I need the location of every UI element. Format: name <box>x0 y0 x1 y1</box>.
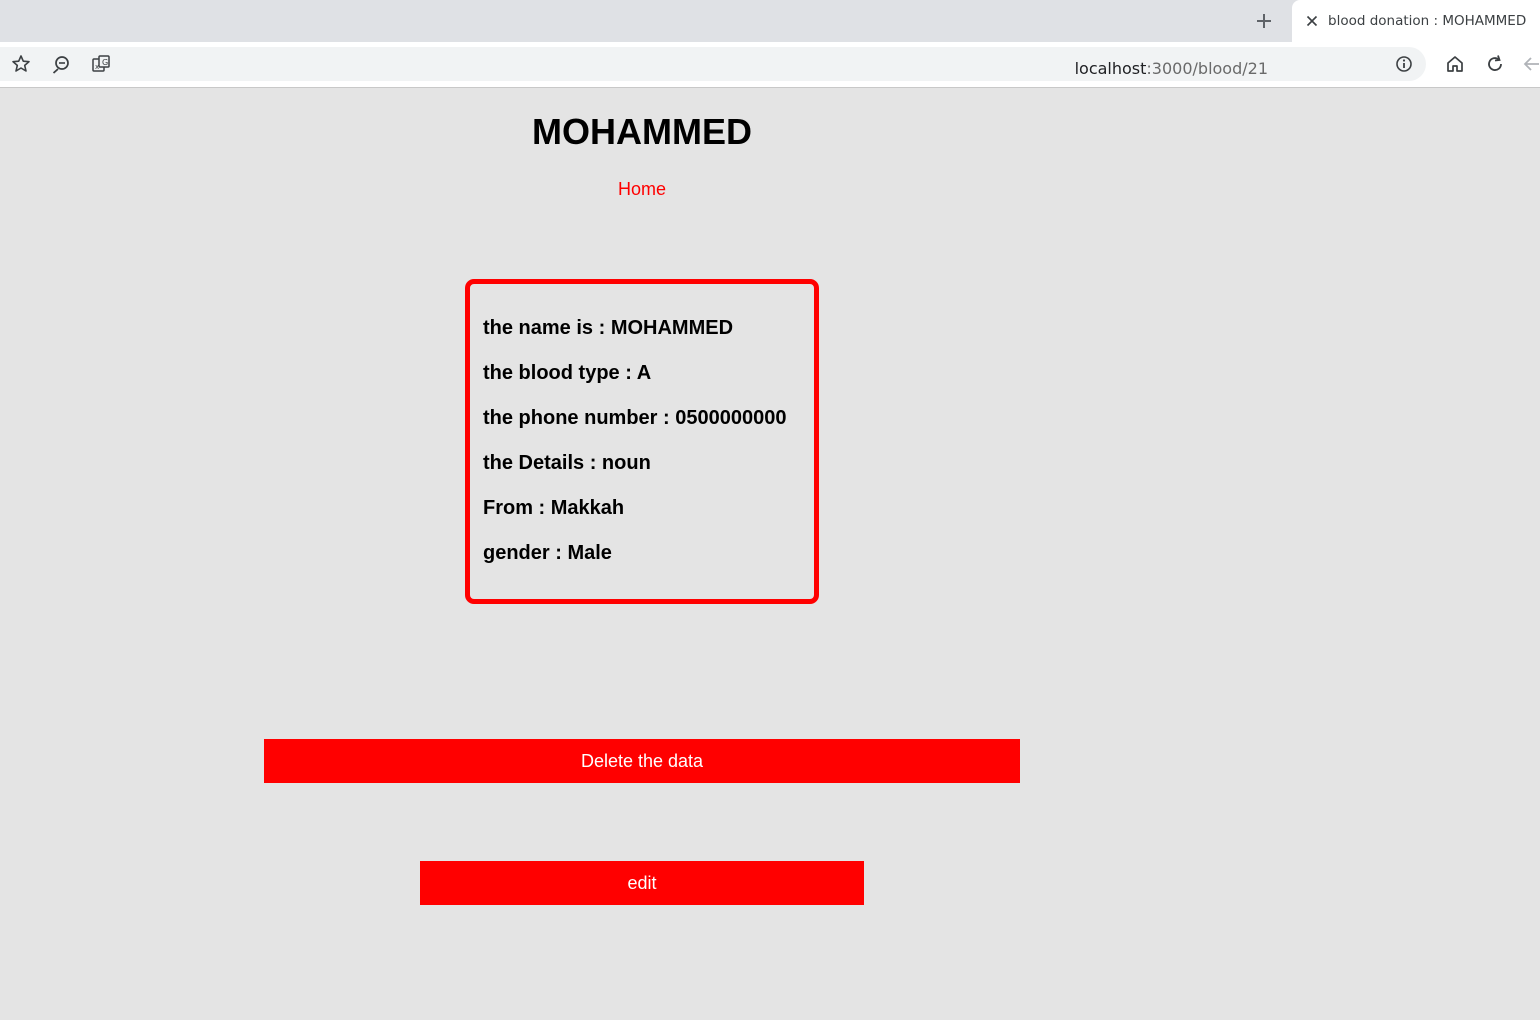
tab-strip: blood donation : MOHAMMED <box>0 0 1540 42</box>
active-tab[interactable]: blood donation : MOHAMMED <box>1292 0 1540 42</box>
new-tab-button[interactable] <box>1252 9 1276 33</box>
bookmark-star-button[interactable] <box>9 52 33 76</box>
delete-button[interactable]: Delete the data <box>264 739 1020 783</box>
url-path: :3000/blood/21 <box>1146 59 1268 78</box>
home-icon <box>1447 56 1463 72</box>
edit-button[interactable]: edit <box>420 861 864 905</box>
svg-text:G: G <box>102 58 108 67</box>
address-bar[interactable]: G x localhost:3000/blood/21 <box>0 47 1426 81</box>
home-link-row: Home <box>0 179 1284 200</box>
url-text[interactable]: localhost:3000/blood/21 <box>1075 59 1268 78</box>
donor-phone: the phone number : 0500000000 <box>483 407 787 429</box>
back-arrow-icon <box>1523 57 1539 71</box>
donor-blood-type: the blood type : A <box>483 362 652 384</box>
close-icon <box>1306 15 1318 27</box>
home-link[interactable]: Home <box>618 179 666 199</box>
browser-chrome: blood donation : MOHAMMED G x localhost:… <box>0 0 1540 88</box>
donor-details: the Details : noun <box>483 452 651 474</box>
translate-button[interactable]: G x <box>89 52 113 76</box>
url-host: localhost <box>1074 59 1147 78</box>
donor-gender: gender : Male <box>483 542 612 564</box>
reload-icon <box>1488 55 1502 71</box>
tab-close-button[interactable] <box>1304 13 1320 29</box>
page-title: MOHAMMED <box>532 111 752 152</box>
zoom-out-icon <box>52 56 69 74</box>
site-info-button[interactable] <box>1392 52 1416 76</box>
translate-icon: G x <box>92 55 110 72</box>
zoom-button[interactable] <box>49 52 73 76</box>
donor-city: From : Makkah <box>483 497 625 519</box>
svg-text:x: x <box>95 63 99 71</box>
page-content: MOHAMMED Home the name is : MOHAMMED the… <box>0 89 1540 1020</box>
tab-title: blood donation : MOHAMMED <box>1328 13 1527 29</box>
home-button[interactable] <box>1443 52 1467 76</box>
plus-icon <box>1257 14 1271 28</box>
back-button[interactable] <box>1520 52 1540 76</box>
reload-button[interactable] <box>1483 52 1507 76</box>
browser-toolbar: G x localhost:3000/blood/21 <box>0 42 1540 88</box>
star-icon <box>12 55 30 72</box>
info-icon <box>1396 56 1412 72</box>
donor-details-card: the name is : MOHAMMED the blood type : … <box>465 279 819 604</box>
donor-name: the name is : MOHAMMED <box>483 317 734 339</box>
